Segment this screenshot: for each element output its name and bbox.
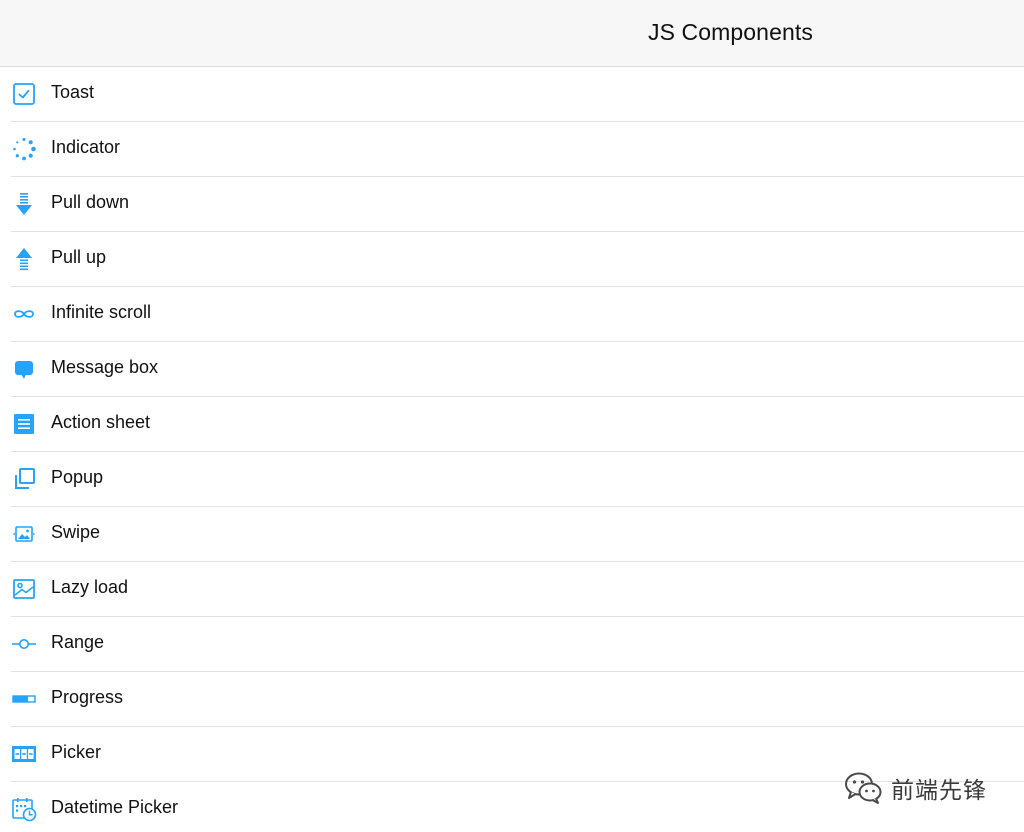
list-item-lazy-load[interactable]: Lazy load xyxy=(0,562,1024,617)
component-list: Toast Indicator Pull down Pull up Infini xyxy=(0,67,1024,832)
list-item-progress[interactable]: Progress xyxy=(0,672,1024,727)
nav-header: JS Components xyxy=(0,0,1024,67)
list-item-label: Indicator xyxy=(51,137,121,157)
list-item-pull-up[interactable]: Pull up xyxy=(0,232,1024,287)
popup-icon xyxy=(11,466,37,492)
message-box-icon xyxy=(11,356,37,382)
list-item-label: Range xyxy=(51,632,105,652)
list-item-label: Action sheet xyxy=(51,412,151,432)
list-item-message-box[interactable]: Message box xyxy=(0,342,1024,397)
watermark-text: 前端先锋 xyxy=(891,777,987,803)
page-title: JS Components xyxy=(648,19,813,45)
list-item-label: Picker xyxy=(51,742,102,762)
action-sheet-icon xyxy=(11,411,37,437)
list-item-pull-down[interactable]: Pull down xyxy=(0,177,1024,232)
range-icon xyxy=(11,631,37,657)
datetime-picker-icon xyxy=(11,796,37,822)
list-item-action-sheet[interactable]: Action sheet xyxy=(0,397,1024,452)
list-item-swipe[interactable]: Swipe xyxy=(0,507,1024,562)
list-item-label: Lazy load xyxy=(51,577,129,597)
list-item-label: Swipe xyxy=(51,522,101,542)
list-item-label: Message box xyxy=(51,357,159,377)
list-item-range[interactable]: Range xyxy=(0,617,1024,672)
list-item-label: Datetime Picker xyxy=(51,797,179,817)
swipe-icon xyxy=(11,521,37,547)
indicator-icon xyxy=(11,136,37,162)
page: JS Components Toast Indicator Pull down xyxy=(0,0,1024,832)
list-item-label: Infinite scroll xyxy=(51,302,152,322)
list-item-indicator[interactable]: Indicator xyxy=(0,122,1024,177)
list-item-label: Popup xyxy=(51,467,104,487)
list-item-toast[interactable]: Toast xyxy=(0,67,1024,122)
picker-icon xyxy=(11,741,37,767)
list-item-label: Pull down xyxy=(51,192,130,212)
pull-down-icon xyxy=(11,191,37,217)
list-item-label: Progress xyxy=(51,687,124,707)
list-item-popup[interactable]: Popup xyxy=(0,452,1024,507)
toast-icon xyxy=(11,81,37,107)
list-item-infinite-scroll[interactable]: Infinite scroll xyxy=(0,287,1024,342)
lazy-load-icon xyxy=(11,576,37,602)
infinite-scroll-icon xyxy=(11,301,37,327)
wechat-logo-icon xyxy=(845,772,882,804)
watermark: 前端先锋 xyxy=(843,768,987,808)
list-item-label: Toast xyxy=(51,82,95,102)
pull-up-icon xyxy=(11,246,37,272)
progress-icon xyxy=(11,686,37,712)
list-item-label: Pull up xyxy=(51,247,107,267)
